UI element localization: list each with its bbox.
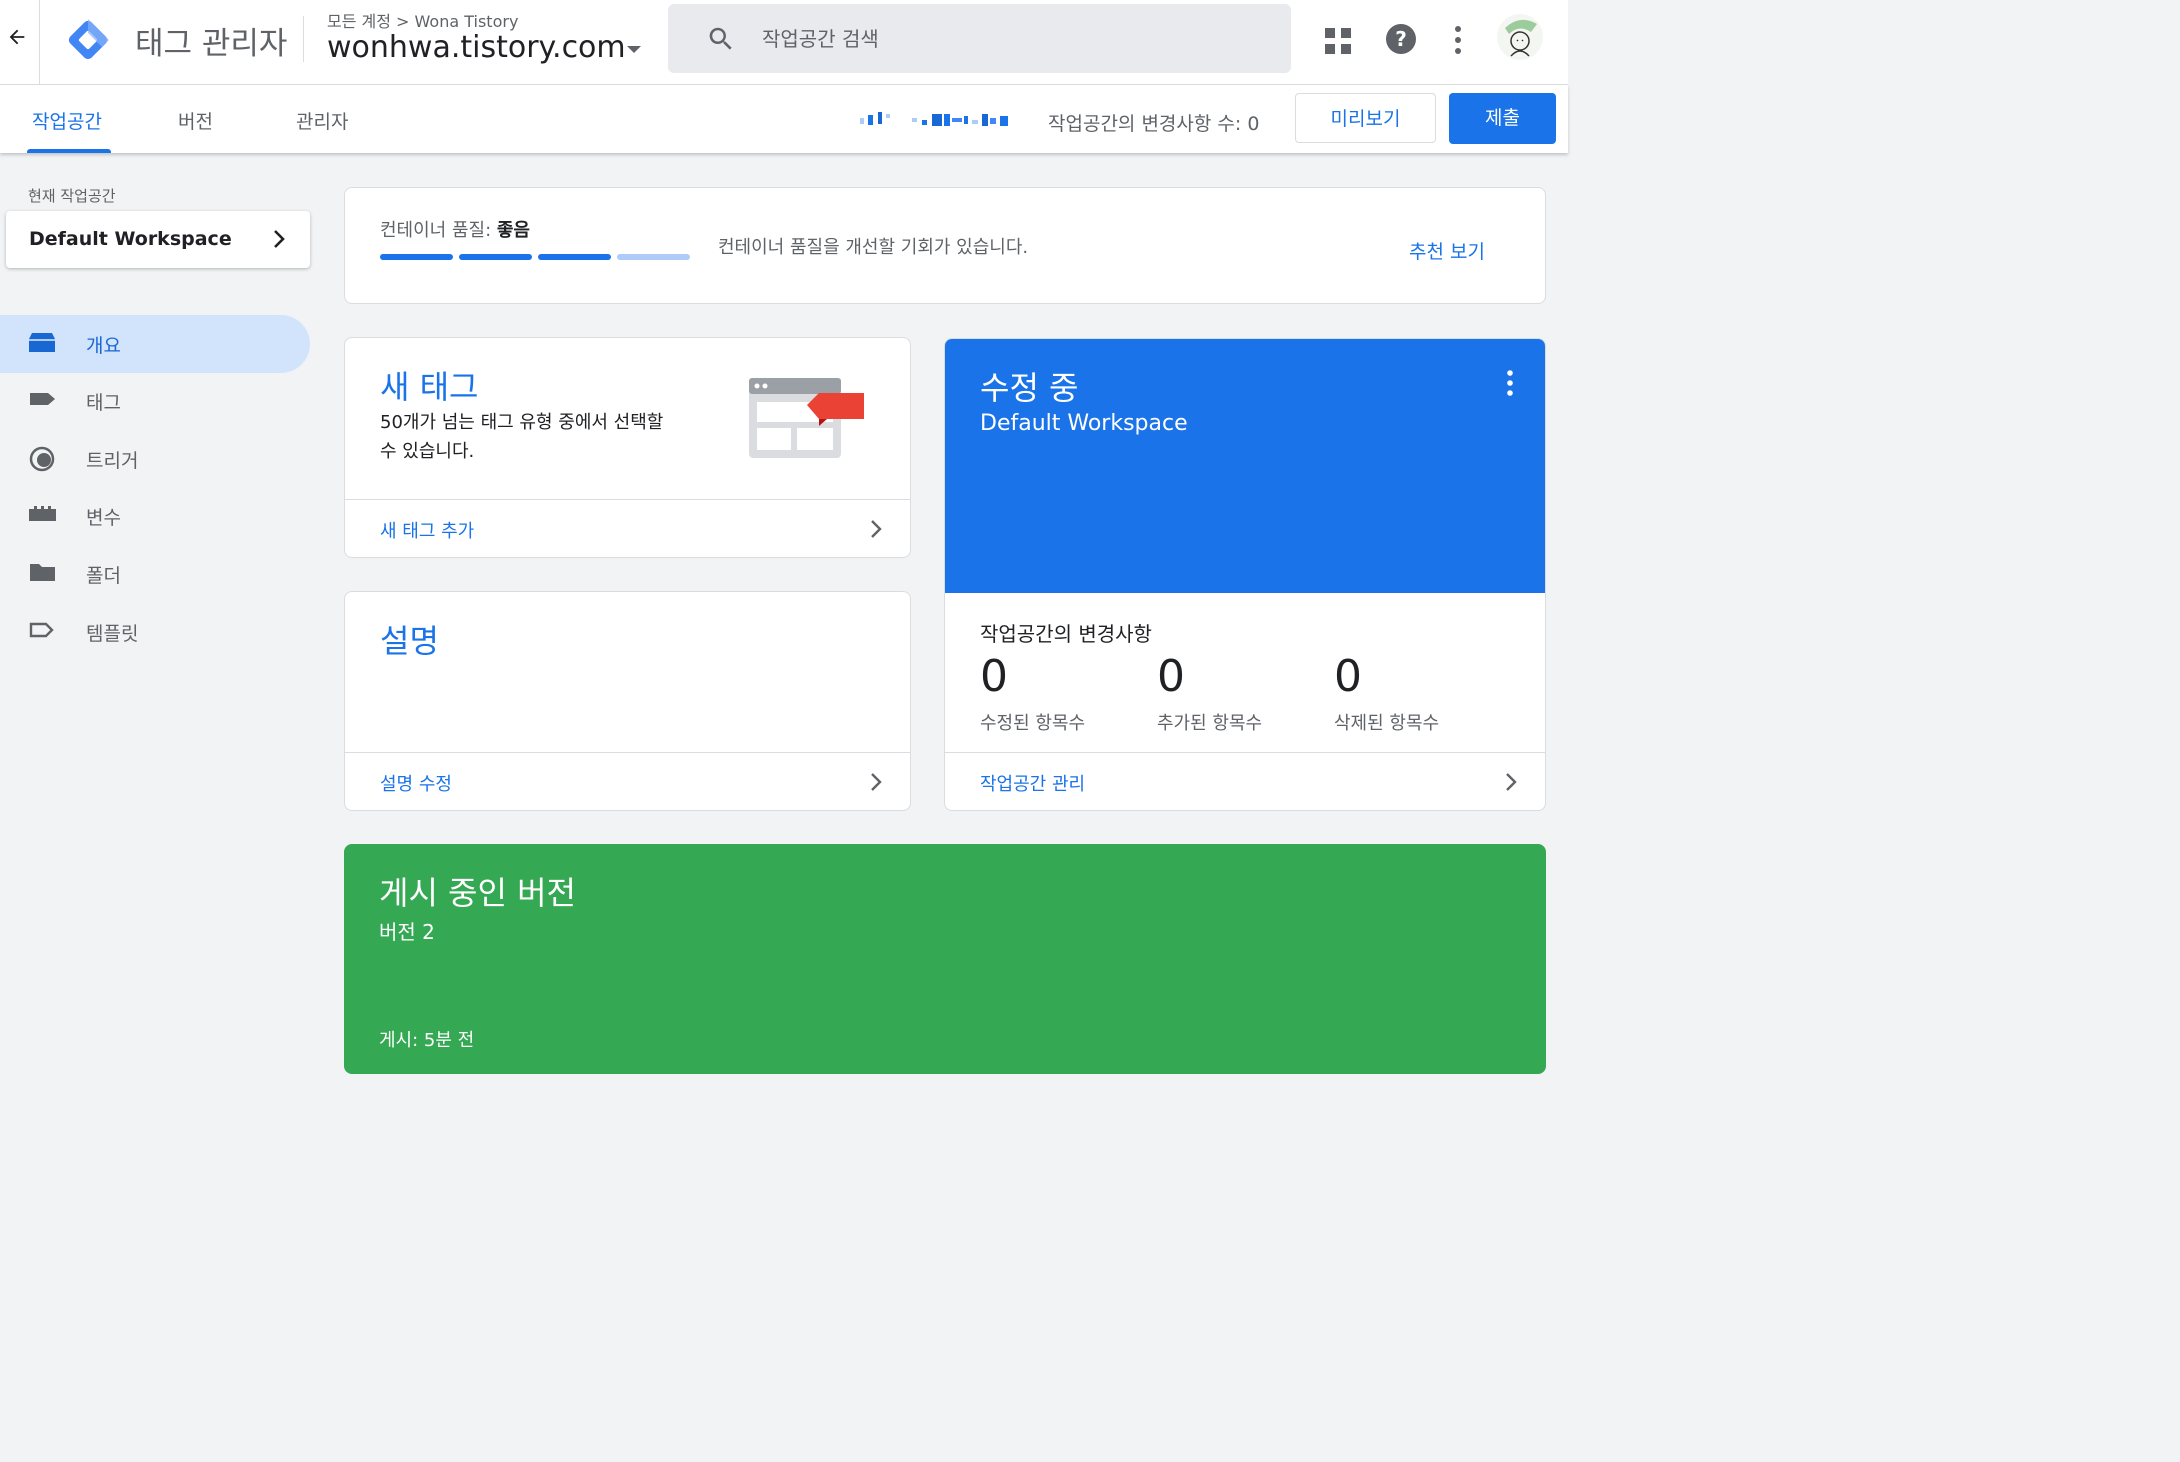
workspace-changes-count: 작업공간의 변경사항 수: 0 — [1048, 113, 1260, 135]
sidebar-item-label: 템플릿 — [86, 623, 139, 645]
modified-count: 0 — [980, 651, 1008, 702]
sidebar-item-label: 트리거 — [86, 450, 139, 472]
new-tag-illustration — [749, 378, 865, 458]
tab-admin[interactable]: 관리자 — [296, 107, 348, 134]
manage-workspaces-link[interactable]: 작업공간 관리 — [945, 752, 1545, 810]
help-icon[interactable]: ? — [1385, 23, 1417, 55]
quality-value: 좋음 — [496, 220, 530, 241]
app-title: 태그 관리자 — [135, 26, 288, 62]
tag-manager-logo-icon — [64, 16, 112, 64]
deleted-label: 삭제된 항목수 — [1334, 713, 1440, 734]
container-selector[interactable]: wonhwa.tistory.com — [327, 30, 626, 65]
breadcrumb[interactable]: 모든 계정 > Wona Tistory — [327, 8, 518, 32]
tab-workspace[interactable]: 작업공간 — [32, 107, 102, 134]
quality-segment — [617, 254, 690, 260]
new-tag-title[interactable]: 새 태그 — [380, 362, 479, 408]
live-version-number: 버전 2 — [379, 920, 435, 944]
added-count: 0 — [1157, 651, 1185, 702]
active-tab-indicator — [27, 149, 111, 153]
editing-title: 수정 중 — [980, 369, 1079, 407]
sidebar-item-tags[interactable]: 태그 — [0, 372, 310, 430]
view-recommendations-link[interactable]: 추천 보기 — [1409, 237, 1485, 264]
variables-icon — [28, 502, 58, 530]
add-new-tag-label: 새 태그 추가 — [380, 521, 475, 542]
tab-bar: 작업공간 버전 관리자 작업공간의 변경사항 수: 0 미리보기 제출 — [0, 85, 1568, 153]
preview-button[interactable]: 미리보기 — [1295, 93, 1436, 143]
sidebar-item-overview[interactable]: 개요 — [0, 315, 310, 373]
quality-segment — [459, 254, 532, 260]
sidebar-item-templates[interactable]: 템플릿 — [0, 603, 310, 661]
more-vert-icon[interactable] — [1452, 25, 1464, 55]
svg-text:?: ? — [1395, 27, 1407, 51]
workspace-selector[interactable]: Default Workspace — [6, 211, 310, 268]
chevron-right-icon — [871, 773, 882, 791]
redacted-container-id — [860, 112, 1016, 128]
live-version-card[interactable]: 게시 중인 버전 버전 2 게시: 5분 전 — [344, 844, 1546, 1074]
workspace-name: Default Workspace — [29, 228, 232, 250]
caret-down-icon[interactable] — [627, 46, 641, 53]
modified-label: 수정된 항목수 — [980, 713, 1086, 734]
container-quality-card: 컨테이너 품질: 좋음 컨테이너 품질을 개선할 기회가 있습니다. 추천 보기 — [344, 187, 1546, 304]
search-input[interactable] — [760, 18, 1264, 60]
added-label: 추가된 항목수 — [1157, 713, 1263, 734]
submit-button[interactable]: 제출 — [1449, 93, 1556, 144]
sidebar-item-label: 폴더 — [86, 565, 121, 587]
sidebar-item-label: 개요 — [86, 335, 121, 357]
more-vert-icon[interactable] — [1505, 369, 1515, 397]
quality-segment — [380, 254, 453, 260]
edit-description-label: 설명 수정 — [380, 774, 452, 795]
sidebar-item-variables[interactable]: 변수 — [0, 487, 310, 545]
quality-message: 컨테이너 품질을 개선할 기회가 있습니다. — [718, 237, 1029, 258]
chevron-right-icon — [1506, 773, 1517, 791]
overview-icon — [28, 330, 58, 358]
search-icon[interactable] — [706, 24, 736, 54]
editing-workspace-name: Default Workspace — [980, 411, 1188, 436]
header-divider — [303, 16, 304, 62]
description-title: 설명 — [380, 622, 439, 660]
quality-segment — [538, 254, 611, 260]
chevron-right-icon — [272, 229, 286, 249]
chevron-right-icon — [871, 520, 882, 538]
workspace-changes-title: 작업공간의 변경사항 — [980, 622, 1152, 646]
label-outline-icon — [28, 618, 58, 646]
add-new-tag-link[interactable]: 새 태그 추가 — [345, 499, 910, 557]
new-tag-description: 50개가 넘는 태그 유형 중에서 선택할 수 있습니다. — [380, 412, 664, 462]
top-app-bar: 태그 관리자 모든 계정 > Wona Tistory wonhwa.tisto… — [0, 0, 1568, 85]
apps-grid-icon[interactable] — [1325, 28, 1351, 54]
folder-icon — [28, 560, 58, 588]
description-card: 설명 설명 수정 — [344, 591, 911, 811]
sidebar-item-folders[interactable]: 폴더 — [0, 545, 310, 603]
trigger-icon — [28, 445, 58, 473]
sidebar-item-triggers[interactable]: 트리거 — [0, 430, 310, 488]
label-icon — [28, 387, 58, 415]
new-tag-card: 새 태그 50개가 넘는 태그 유형 중에서 선택할 수 있습니다. 새 태그 … — [344, 337, 911, 558]
live-version-title: 게시 중인 버전 — [379, 874, 576, 912]
deleted-count: 0 — [1334, 651, 1362, 702]
header-divider — [39, 0, 40, 84]
edit-description-link[interactable]: 설명 수정 — [345, 752, 910, 810]
editing-card-header: 수정 중 Default Workspace — [945, 339, 1545, 593]
current-workspace-label: 현재 작업공간 — [28, 187, 116, 205]
published-time: 게시: 5분 전 — [379, 1030, 475, 1051]
quality-label-text: 컨테이너 품질: — [380, 220, 497, 241]
tab-versions[interactable]: 버전 — [178, 107, 213, 134]
sidebar-item-label: 변수 — [86, 507, 121, 529]
sidebar-item-label: 태그 — [86, 392, 121, 414]
manage-workspaces-label: 작업공간 관리 — [980, 774, 1086, 795]
back-arrow-icon[interactable] — [6, 26, 30, 54]
avatar[interactable] — [1497, 14, 1543, 60]
editing-workspace-card: 수정 중 Default Workspace 작업공간의 변경사항 0 수정된 … — [944, 338, 1546, 811]
container-quality-label: 컨테이너 품질: 좋음 — [380, 216, 530, 242]
